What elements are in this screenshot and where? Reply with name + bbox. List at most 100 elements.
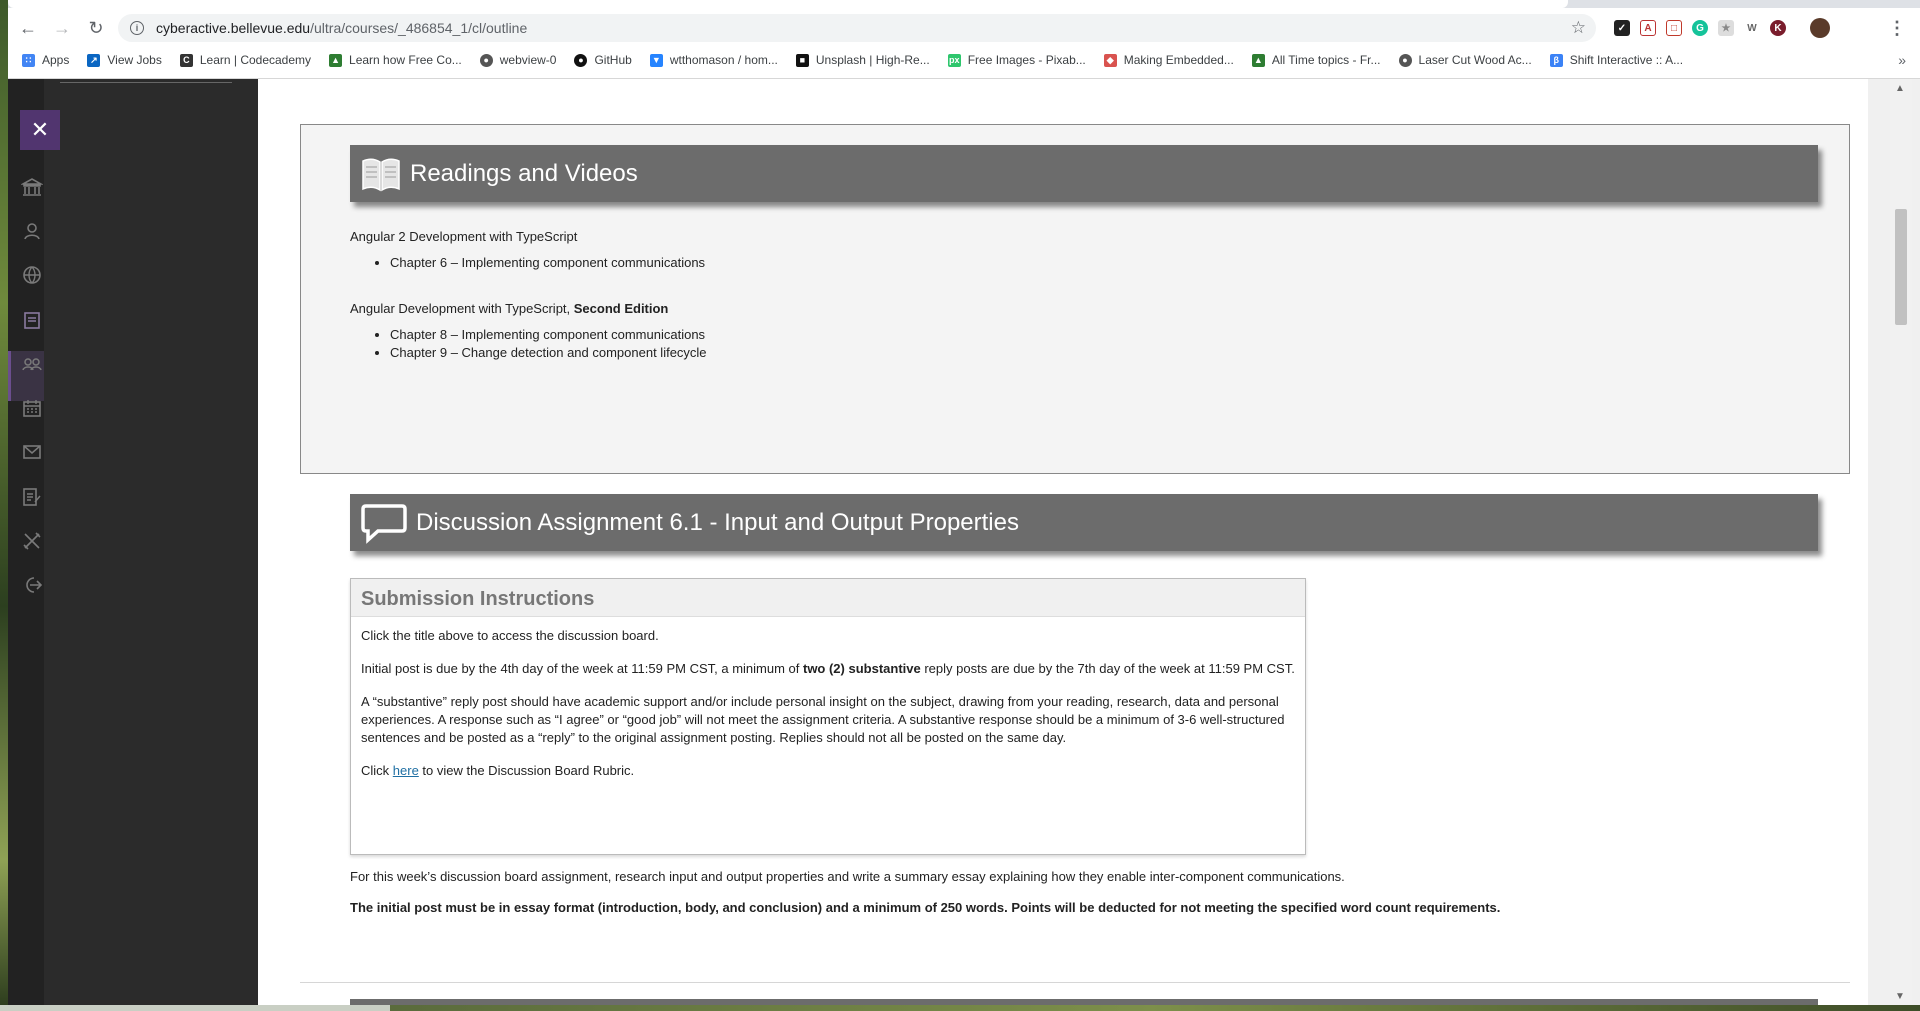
github-icon: ● xyxy=(574,53,588,67)
bookmark-label: Making Embedded... xyxy=(1123,53,1234,67)
organizations-icon[interactable] xyxy=(20,352,44,376)
bookmark-label: Learn how Free Co... xyxy=(349,53,462,67)
bookmark-1[interactable]: ↗ View Jobs xyxy=(87,53,162,67)
drawer-divider xyxy=(60,82,232,83)
bookmark-9[interactable]: ◆ Making Embedded... xyxy=(1103,53,1234,67)
profile-avatar-icon[interactable] xyxy=(1810,18,1830,38)
scroll-down-icon[interactable]: ▼ xyxy=(1895,991,1905,1002)
apps-grid-icon: ∷ xyxy=(22,53,35,67)
page-scrollbar[interactable]: ▲ ▼ xyxy=(1890,79,1912,1005)
reload-icon[interactable]: ↻ xyxy=(82,14,110,42)
address-bar[interactable]: i cyberactive.bellevue.edu/ultra/courses… xyxy=(118,14,1596,42)
green-doc-icon: ▲ xyxy=(1251,53,1265,67)
book1-chapter-list: Chapter 6 – Implementing component commu… xyxy=(350,254,705,272)
globe-icon: ● xyxy=(1398,53,1412,67)
bookmark-label: Learn | Codecademy xyxy=(199,53,312,67)
readings-header[interactable]: Readings and Videos xyxy=(350,145,1818,202)
discussion-header[interactable]: Discussion Assignment 6.1 - Input and Ou… xyxy=(350,494,1818,551)
messages-icon[interactable] xyxy=(20,440,44,464)
pocket-extension-icon[interactable]: □ xyxy=(1666,20,1682,36)
tools-icon[interactable] xyxy=(20,529,44,553)
course-drawer xyxy=(44,79,258,1005)
submission-instructions-heading: Submission Instructions xyxy=(351,579,1305,617)
open-book-icon xyxy=(362,158,400,191)
bookmark-label: Laser Cut Wood Ac... xyxy=(1418,53,1532,67)
checkmark-extension-icon[interactable]: ✓ xyxy=(1614,20,1630,36)
shift-icon: β xyxy=(1549,53,1563,67)
w-extension-icon[interactable]: W xyxy=(1744,20,1760,36)
instruction-text: reply posts are due by the 7th day of th… xyxy=(920,661,1295,676)
institution-icon[interactable] xyxy=(20,175,44,199)
bookmark-12[interactable]: β Shift Interactive :: A... xyxy=(1549,53,1684,67)
bookmark-3[interactable]: ▲ Learn how Free Co... xyxy=(329,53,462,67)
globe-activity-icon[interactable] xyxy=(20,263,44,287)
pdf-extension-icon[interactable]: A xyxy=(1640,20,1656,36)
bookmark-label: webview-0 xyxy=(499,53,557,67)
instruction-text: Click xyxy=(361,763,393,778)
scrollbar-thumb[interactable] xyxy=(1895,209,1907,325)
bookmark-6[interactable]: ▼ wtthomason / hom... xyxy=(649,53,778,67)
close-icon: ✕ xyxy=(30,117,50,142)
calendar-icon[interactable] xyxy=(20,396,44,420)
chapter-item: Chapter 9 – Change detection and compone… xyxy=(390,344,707,362)
bookmark-label: Unsplash | High-Re... xyxy=(815,53,930,67)
bookmark-10[interactable]: ▲ All Time topics - Fr... xyxy=(1251,53,1381,67)
extensions-bar: ✓ A □ G ★ W K xyxy=(1614,10,1830,46)
bookmark-5[interactable]: ● GitHub xyxy=(574,53,632,67)
codecademy-icon: C xyxy=(179,53,193,67)
instruction-text: Initial post is due by the 4th day of th… xyxy=(361,661,803,676)
url-path: /ultra/courses/_486854_1/cl/outline xyxy=(310,20,528,36)
puzzle-extension-icon[interactable]: ★ xyxy=(1718,20,1734,36)
section-divider xyxy=(300,982,1850,983)
info-icon[interactable]: i xyxy=(130,21,144,35)
browser-chrome: ← → ↻ i cyberactive.bellevue.edu/ultra/c… xyxy=(8,0,1920,79)
k-extension-icon[interactable]: K xyxy=(1770,20,1786,36)
linkedin-jobs-icon: ↗ xyxy=(87,53,101,67)
pixabay-icon: px xyxy=(947,53,961,67)
sign-out-icon[interactable] xyxy=(20,573,44,597)
assignment-summary: For this week’s discussion board assignm… xyxy=(350,869,1345,884)
profile-icon[interactable] xyxy=(20,219,44,243)
chapter-item: Chapter 6 – Implementing component commu… xyxy=(390,254,705,272)
active-tab[interactable] xyxy=(8,0,1568,8)
instruction-paragraph-1: Click the title above to access the disc… xyxy=(361,628,659,643)
browser-menu-icon[interactable]: ⋮ xyxy=(1888,18,1906,39)
bookmark-label: All Time topics - Fr... xyxy=(1271,53,1381,67)
forward-arrow-icon[interactable]: → xyxy=(48,14,76,42)
bookmark-0[interactable]: ∷ Apps xyxy=(22,53,69,67)
close-course-button[interactable]: ✕ xyxy=(20,110,60,150)
desktop-background-left xyxy=(0,0,8,1011)
next-section-header[interactable] xyxy=(350,999,1818,1005)
courses-icon[interactable] xyxy=(20,308,44,332)
browser-toolbar: ← → ↻ i cyberactive.bellevue.edu/ultra/c… xyxy=(8,10,1920,46)
course-content-panel: Readings and Videos Angular 2 Developmen… xyxy=(258,79,1868,1005)
word-count-requirement: The initial post must be in essay format… xyxy=(350,900,1501,915)
bookmark-11[interactable]: ● Laser Cut Wood Ac... xyxy=(1398,53,1532,67)
speech-bubble-icon xyxy=(361,503,407,544)
submission-instructions-panel: Submission Instructions Click the title … xyxy=(350,578,1306,855)
bookmark-label: GitHub xyxy=(594,53,632,67)
bookmark-star-icon[interactable]: ☆ xyxy=(1571,18,1586,38)
green-doc-icon: ▲ xyxy=(329,53,343,67)
bookmarks-overflow-icon[interactable]: » xyxy=(1898,52,1906,68)
tab-strip xyxy=(8,0,1920,8)
url-host: cyberactive.bellevue.edu xyxy=(156,20,311,36)
bookmark-label: Shift Interactive :: A... xyxy=(1569,53,1684,67)
book2-edition: Second Edition xyxy=(573,301,669,316)
instruction-paragraph-3: A “substantive” reply post should have a… xyxy=(361,694,1285,745)
readings-title: Readings and Videos xyxy=(410,159,638,187)
rubric-link[interactable]: here xyxy=(393,763,419,778)
grammarly-extension-icon[interactable]: G xyxy=(1692,20,1708,36)
bookmark-4[interactable]: ● webview-0 xyxy=(479,53,557,67)
book2-title-text: Angular Development with TypeScript, xyxy=(350,301,574,316)
grades-icon[interactable] xyxy=(20,485,44,509)
instruction-bold-text: two (2) substantive xyxy=(802,661,921,676)
back-arrow-icon[interactable]: ← xyxy=(14,14,42,42)
bookmark-8[interactable]: px Free Images - Pixab... xyxy=(947,53,1086,67)
bitbucket-icon: ▼ xyxy=(649,53,663,67)
bookmark-2[interactable]: C Learn | Codecademy xyxy=(179,53,312,67)
bookmark-7[interactable]: ■ Unsplash | High-Re... xyxy=(795,53,930,67)
book2-chapter-list: Chapter 8 – Implementing component commu… xyxy=(350,326,707,362)
scroll-up-icon[interactable]: ▲ xyxy=(1895,83,1905,94)
bookmark-label: Apps xyxy=(42,53,70,67)
